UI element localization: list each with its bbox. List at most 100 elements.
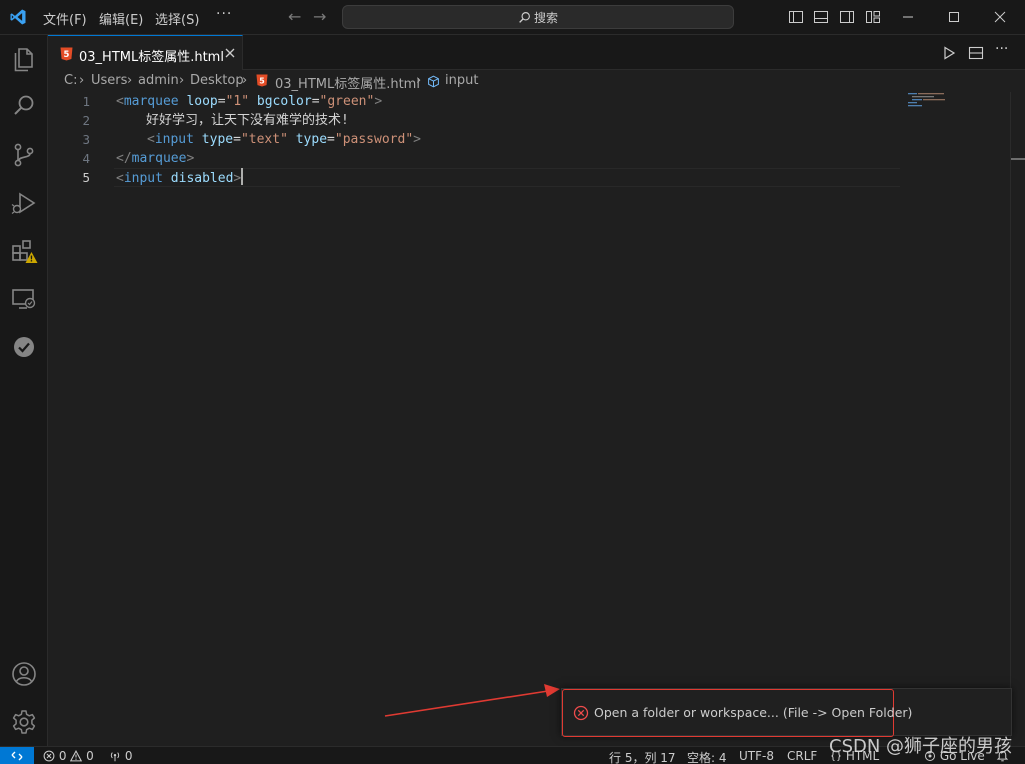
search-icon[interactable] [10,92,38,120]
chevron-right-icon: › [79,73,85,88]
notification-message: Open a folder or workspace... (File -> O… [594,705,913,720]
token-eq: = [217,94,226,109]
ports-count: 0 [124,749,133,763]
editor-tab-bar: 5 03_HTML标签属性.html ··· [48,35,1025,70]
breadcrumb: C: › Users › admin › Desktop › 5 03_HTML… [48,70,1025,92]
line-number: 3 [82,132,90,147]
line-number: 1 [82,94,90,109]
token-punct: > [374,94,383,109]
crumb-file[interactable]: 03_HTML标签属性.html [275,73,420,92]
token-punct: > [186,151,195,166]
svg-text:5: 5 [64,50,70,60]
crumb-drive[interactable]: C: [64,73,77,88]
token-string: "password" [334,132,414,147]
toggle-panel-icon[interactable] [813,9,829,25]
encoding[interactable]: UTF-8 [739,749,774,763]
cursor-position[interactable]: 行 5，列 17 [609,749,676,764]
maximize-icon[interactable] [943,6,965,28]
token-punct: < [116,94,124,109]
menu-more-button[interactable]: ··· [216,6,232,22]
remote-explorer-icon[interactable] [10,285,38,313]
token-tag: input [154,132,194,147]
more-actions-icon[interactable]: ··· [995,41,1011,57]
red-annotation-arrow-icon [384,684,560,717]
menu-edit[interactable]: 编辑(E) [99,9,143,28]
customize-layout-icon[interactable] [865,9,881,25]
code-line-1[interactable]: <marquee loop="1" bgcolor="green"> [116,92,382,111]
token-text: 好好学习，让天下没有难学的技术! [146,113,349,128]
forward-arrow-icon[interactable]: → [313,7,326,26]
toggle-secondary-sidebar-icon[interactable] [839,9,855,25]
chevron-right-icon: › [416,73,422,88]
line-number: 2 [82,113,90,128]
code-line-4[interactable]: </marquee> [116,149,194,168]
token-string: "text" [240,132,288,147]
notification-toast[interactable]: Open a folder or workspace... (File -> O… [561,688,1012,737]
crumb-users[interactable]: Users [91,73,127,88]
token-string: "green" [319,94,375,109]
menu-selection[interactable]: 选择(S) [155,9,199,28]
crumb-admin[interactable]: admin [138,73,179,88]
token-string: "1" [225,94,250,109]
token-attr: type [201,132,234,147]
svg-text:5: 5 [259,76,264,85]
testing-check-icon[interactable] [10,333,38,361]
explorer-icon[interactable] [10,45,38,73]
ports-indicator[interactable]: 0 [109,749,132,763]
code-line-3[interactable]: <input type="text" type="password"> [147,130,421,149]
error-count: 0 [58,749,67,763]
code-editor[interactable]: 1 2 3 4 5 <marquee loop="1" bgcolor="gre… [48,92,1025,746]
search-icon [519,12,530,23]
crumb-desktop[interactable]: Desktop [190,73,244,88]
html5-file-icon: 5 [256,74,268,87]
remote-indicator-button[interactable] [0,747,34,764]
activity-bar: ! [0,35,48,746]
minimap[interactable] [908,92,1008,112]
run-and-debug-icon[interactable] [10,189,38,217]
chevron-right-icon: › [179,73,185,88]
line-number: 4 [82,151,90,166]
chevron-right-icon: › [242,73,248,88]
tab-03-html[interactable]: 5 03_HTML标签属性.html [48,35,243,70]
text-cursor [241,168,244,185]
back-arrow-icon[interactable]: ← [288,7,301,26]
extensions-icon[interactable]: ! [10,237,38,265]
token-attr: bgcolor [256,94,312,109]
scrollbar-position-marker [1011,158,1025,160]
token-punct: > [233,171,242,186]
token-punct: < [147,132,155,147]
search-label: 搜索 [533,11,558,25]
title-bar: 文件(F) 编辑(E) 选择(S) ··· ← → 搜索 [0,0,1025,35]
chevron-right-icon: › [127,73,133,88]
menu-file[interactable]: 文件(F) [43,9,87,28]
remote-icon [11,751,23,761]
token-eq: = [233,132,241,147]
run-file-icon[interactable] [941,45,957,61]
line-number-active: 5 [82,170,90,185]
end-of-line[interactable]: CRLF [787,749,817,763]
minimize-icon[interactable] [897,6,919,28]
split-editor-icon[interactable] [968,45,984,61]
tab-close-icon[interactable] [222,45,238,61]
code-line-5[interactable]: <input disabled> [116,168,244,187]
source-control-icon[interactable] [10,141,38,169]
svg-text:!: ! [30,255,34,264]
csdn-watermark: CSDN @狮子座的男孩 [829,736,1013,757]
error-circle-icon [573,705,589,721]
code-line-2[interactable]: 好好学习，让天下没有难学的技术! [146,111,349,130]
activity-active-indicator [0,43,2,77]
toggle-primary-sidebar-icon[interactable] [788,9,804,25]
settings-gear-icon[interactable] [10,708,38,736]
indentation[interactable]: 空格: 4 [687,749,727,764]
accounts-icon[interactable] [10,660,38,688]
problems-indicator[interactable]: 0 0 [43,749,94,763]
vscode-logo-icon[interactable] [9,8,27,26]
close-window-icon[interactable] [989,6,1011,28]
command-center-search[interactable]: 搜索 [342,5,734,29]
vertical-scrollbar[interactable] [1010,92,1025,746]
warning-triangle-icon [70,750,83,762]
crumb-symbol[interactable]: input [445,73,478,88]
token-punct: < [116,171,124,186]
token-attr: loop [186,94,218,109]
token-tag: marquee [131,151,187,166]
